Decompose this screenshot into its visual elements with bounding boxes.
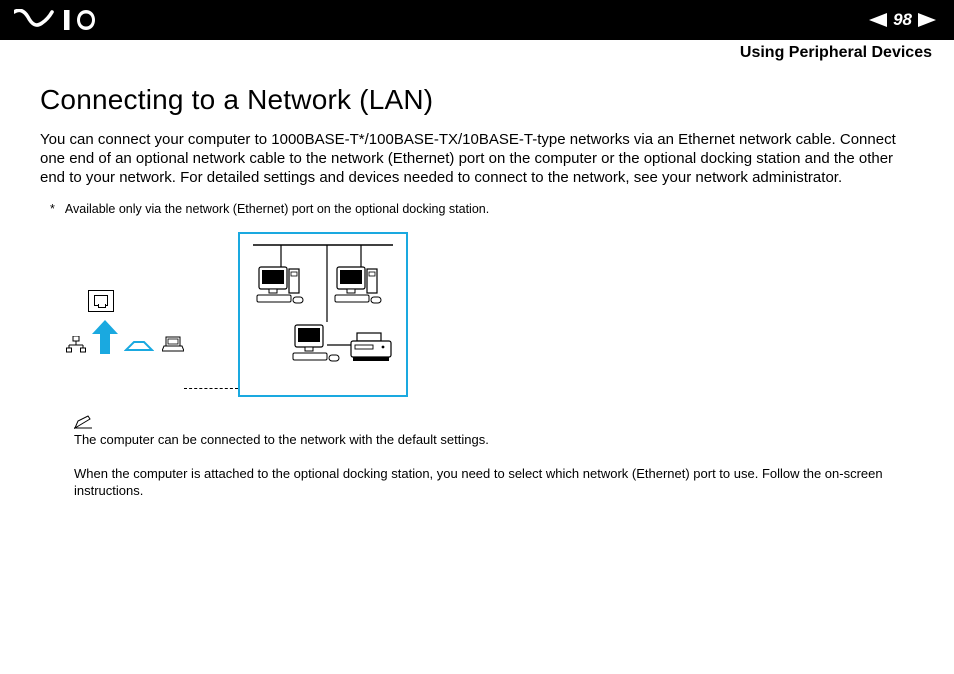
intro-paragraph: You can connect your computer to 1000BAS… <box>40 130 914 188</box>
page-navigator: 98 <box>869 10 936 30</box>
next-page-arrow[interactable] <box>918 13 936 27</box>
page-number: 98 <box>893 10 912 30</box>
page-title: Connecting to a Network (LAN) <box>40 84 914 116</box>
content-area: Connecting to a Network (LAN) You can co… <box>0 62 954 500</box>
network-diagram <box>40 226 914 397</box>
note-line-1: The computer can be connected to the net… <box>74 432 914 447</box>
footnote: * Available only via the network (Ethern… <box>50 202 914 216</box>
notes-block: The computer can be connected to the net… <box>74 415 914 500</box>
laptop-icon <box>162 336 184 357</box>
dock-icon <box>124 339 154 357</box>
network-topology-box <box>238 232 408 397</box>
pencil-note-icon <box>74 415 92 432</box>
footnote-mark: * <box>50 202 55 216</box>
vaio-logo <box>14 9 124 31</box>
footnote-text: Available only via the network (Ethernet… <box>65 202 489 216</box>
up-arrow-icon <box>92 320 118 359</box>
ethernet-port-icon <box>88 290 114 312</box>
network-glyph-icon <box>66 336 86 359</box>
section-title: Using Peripheral Devices <box>0 40 954 62</box>
header-bar: 98 <box>0 0 954 40</box>
dashed-connector <box>184 388 238 389</box>
note-line-2: When the computer is attached to the opt… <box>74 465 914 500</box>
prev-page-arrow[interactable] <box>869 13 887 27</box>
